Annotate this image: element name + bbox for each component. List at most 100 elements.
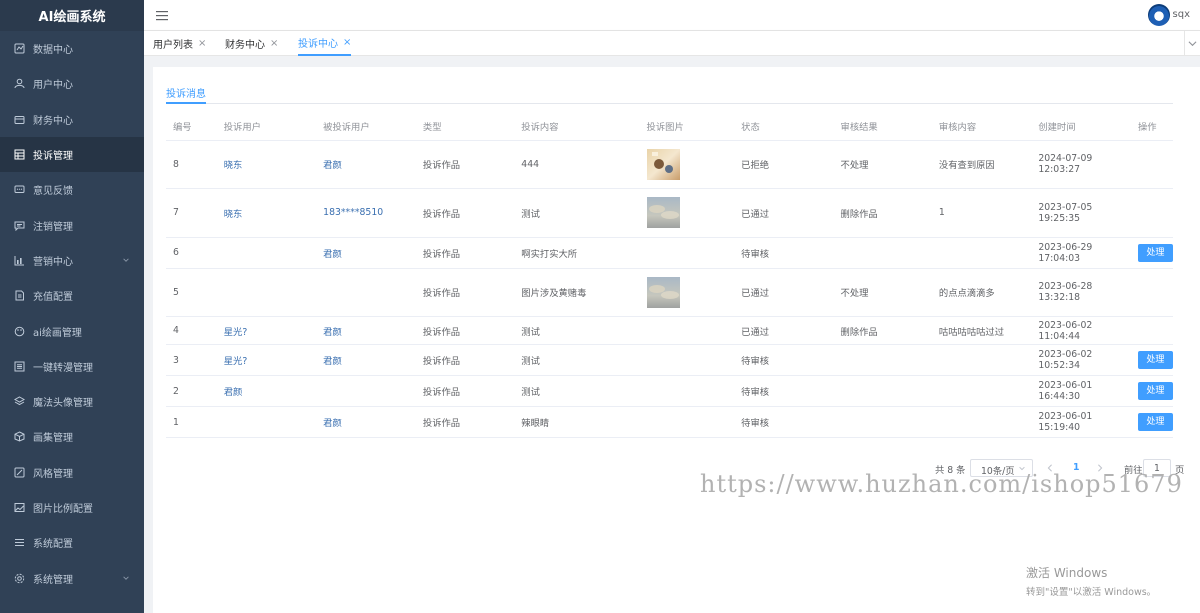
main-content: 投诉消息 编号 投诉用户 被投诉用户 类型 投诉内容 投诉图片 状态 审核结果 审核内容 创建时间… [144,56,1200,613]
sidebar-item-15[interactable]: 系统配置 [0,525,144,560]
cell-complainant[interactable]: 星光? [216,344,317,376]
cell-created: 2023-07-05 19:25:35 [1031,188,1131,238]
close-icon[interactable]: × [343,37,351,48]
sidebar-item-label: 魔法头像管理 [33,398,93,410]
document-icon [14,290,25,301]
tab-finance-center[interactable]: 财务中心 × [225,31,278,56]
close-icon[interactable]: × [270,38,278,49]
sidebar-item-6[interactable]: 注销管理 [0,207,144,242]
handle-button[interactable]: 处理 [1137,382,1173,400]
cell-result [833,237,932,269]
sidebar-item-label: 意见反馈 [33,186,73,198]
handle-button[interactable]: 处理 [1137,413,1173,431]
cell-complainant[interactable] [216,406,317,438]
cell-id: 2 [166,375,217,407]
cell-content: 辣眼睛 [514,406,640,438]
cell-type: 投诉作品 [415,237,515,269]
cell-complainant[interactable]: 晓东 [216,188,317,238]
cell-status: 待审核 [734,237,834,269]
cell-id: 7 [166,188,217,238]
watermark-text: https://www.huzhan.com/ishop51679 [700,470,1183,498]
user-icon [14,78,25,89]
avatar[interactable] [1148,4,1170,26]
cell-review [931,237,1032,269]
column-header: 被投诉用户 [316,113,416,141]
sidebar-item-9[interactable]: ai绘画管理 [0,313,144,348]
cell-target[interactable]: 君颜 [316,316,416,345]
complaint-image-thumbnail[interactable] [646,148,680,180]
cell-status: 已通过 [734,268,834,317]
cell-complainant[interactable] [216,268,317,317]
cell-target[interactable]: 君颜 [316,140,416,189]
cell-action: 处理 [1130,406,1173,438]
sidebar-item-8[interactable]: 充值配置 [0,278,144,313]
chevron-down-icon [1188,41,1197,47]
cell-content: 测试 [514,316,640,345]
handle-button[interactable]: 处理 [1137,351,1173,369]
cell-action: 处理 [1130,375,1173,407]
activation-subtitle: 转到"设置"以激活 Windows。 [1026,587,1157,598]
sidebar-item-12[interactable]: 画集管理 [0,419,144,454]
sidebar-item-3[interactable]: 财务中心 [0,102,144,137]
sidebar-item-7[interactable]: 营销中心 [0,243,144,278]
complaint-image-thumbnail[interactable] [646,276,680,308]
cell-complainant[interactable]: 君颜 [216,375,317,407]
complaint-image-thumbnail[interactable] [646,197,680,229]
handle-button[interactable]: 处理 [1137,243,1173,262]
cell-target[interactable]: 183****8510 [316,188,416,238]
cell-complainant[interactable]: 晓东 [216,140,317,189]
table-row: 2 君颜 投诉作品 测试 待审核 2023-06-01 16:44:30 处理 [166,375,1173,407]
cell-type: 投诉作品 [415,406,515,438]
chevron-down-icon [123,258,129,263]
layers-icon [14,396,25,407]
table-body: 8 晓东 君颜 投诉作品 444 已拒绝 不处理 没有查到原因 2024-07-09 12:03… [166,140,1173,438]
sidebar-menu: 数据中心用户中心 财务中心 投诉管理意见反馈注销管理 营销中心 充值配置 ai绘画管理 一键… [0,31,144,596]
column-header: 投诉内容 [514,113,640,141]
username-label[interactable]: sqx [1173,9,1190,20]
app-logo-title[interactable]: AI绘画系统 [0,0,144,31]
column-header: 创建时间 [1031,113,1131,141]
cell-target[interactable]: 君颜 [316,406,416,438]
cell-image [639,237,735,269]
sidebar-item-1[interactable]: 数据中心 [0,31,144,66]
cell-complainant[interactable] [216,237,317,269]
tab-complaint-messages[interactable]: 投诉消息 [166,80,206,104]
cell-content: 图片涉及黄赌毒 [514,268,640,317]
tab-complaint-center[interactable]: 投诉中心 × [298,31,352,56]
hamburger-icon[interactable] [156,10,168,21]
cell-target[interactable]: 君颜 [316,237,416,269]
cell-image [639,140,735,189]
sidebar-item-5[interactable]: 意见反馈 [0,172,144,207]
sidebar-item-11[interactable]: 魔法头像管理 [0,384,144,419]
cell-target[interactable] [316,375,416,407]
cell-review [931,344,1032,376]
sidebar-item-label: 画集管理 [33,433,73,445]
sidebar-item-2[interactable]: 用户中心 [0,66,144,101]
cell-complainant[interactable]: 星光? [216,316,317,345]
sidebar-item-label: 数据中心 [33,45,73,57]
sidebar-item-label: 系统配置 [33,539,73,551]
sidebar-item-16[interactable]: 系统管理 [0,560,144,595]
cell-image [639,375,735,407]
tab-user-list[interactable]: 用户列表 × [153,31,206,56]
cell-created: 2023-06-02 10:52:34 [1031,344,1131,376]
sidebar-item-13[interactable]: 风格管理 [0,455,144,490]
cell-target[interactable] [316,268,416,317]
sidebar-item-10[interactable]: 一键转漫管理 [0,349,144,384]
column-header: 状态 [734,113,834,141]
cell-content: 啊实打实大所 [514,237,640,269]
cell-id: 3 [166,344,217,376]
cell-content: 测试 [514,188,640,238]
dashboard-icon [14,43,25,54]
cell-type: 投诉作品 [415,268,515,317]
sidebar-item-14[interactable]: 图片比例配置 [0,490,144,525]
cell-type: 投诉作品 [415,344,515,376]
list-icon [14,361,25,372]
tabs-dropdown[interactable] [1184,31,1200,56]
cell-target[interactable]: 君颜 [316,344,416,376]
cell-created: 2023-06-29 17:04:03 [1031,237,1131,269]
close-icon[interactable]: × [198,38,206,49]
sidebar-item-4[interactable]: 投诉管理 [0,136,144,173]
cell-status: 待审核 [734,344,834,376]
sidebar-item-label: 风格管理 [33,468,73,480]
